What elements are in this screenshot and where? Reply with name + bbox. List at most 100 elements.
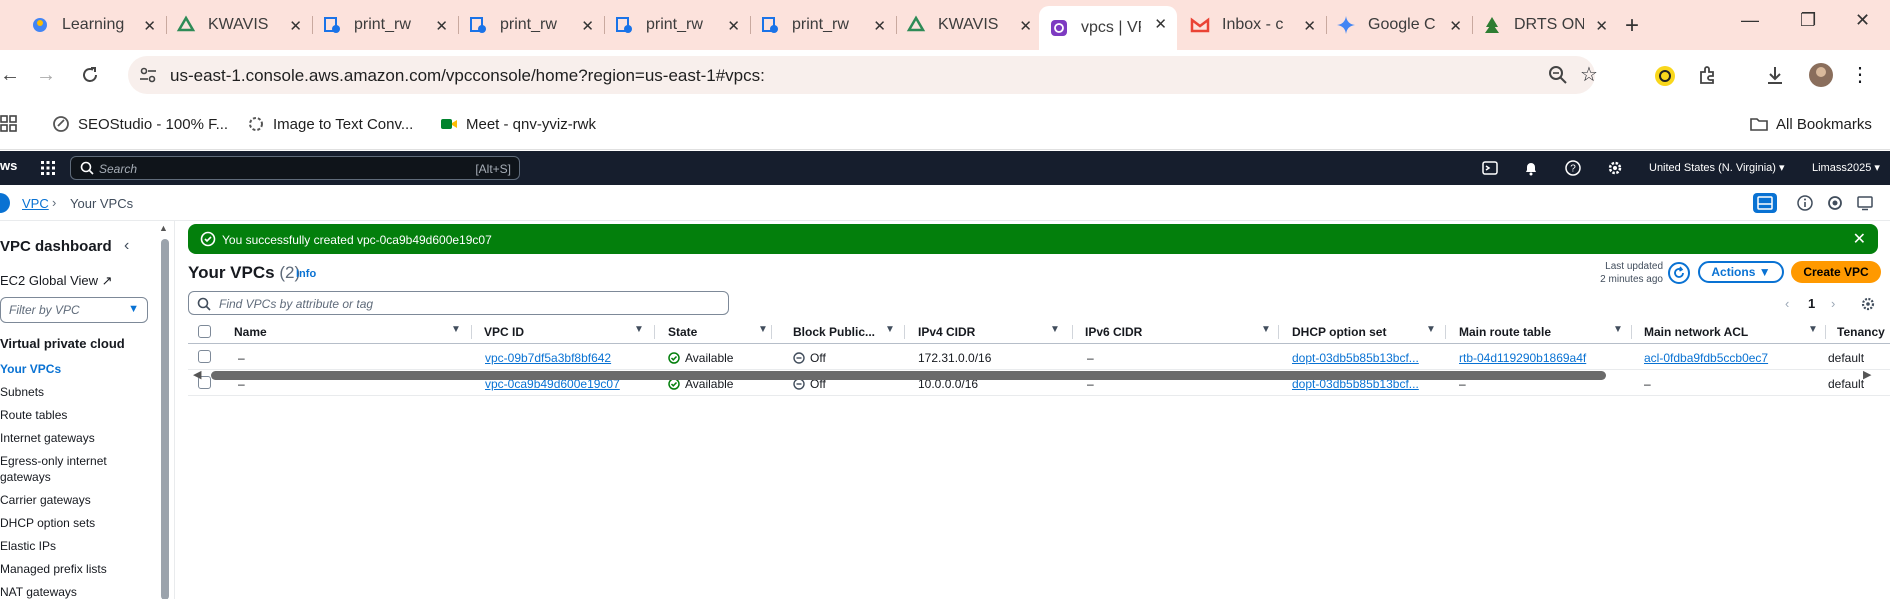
- close-icon[interactable]: ✕: [435, 17, 448, 35]
- all-bookmarks[interactable]: All Bookmarks: [1750, 115, 1872, 133]
- browser-tab[interactable]: KWAVIS ✕: [166, 8, 313, 42]
- back-icon[interactable]: ←: [0, 64, 20, 87]
- sidebar-item-dhcp-option-sets[interactable]: DHCP option sets: [0, 515, 150, 531]
- extension-badge-icon[interactable]: [1653, 64, 1677, 88]
- column-header-tenancy[interactable]: Tenancy: [1837, 325, 1885, 339]
- table-row[interactable]: – vpc-09b7df5a3bf8bf642 Available Off 17…: [188, 344, 1890, 370]
- cell-dhcp-link[interactable]: dopt-03db5b85b13bcf...: [1292, 351, 1419, 365]
- scrollbar-thumb[interactable]: [211, 371, 1606, 380]
- bookmark-meet[interactable]: Meet - qnv-yviz-rwk: [440, 115, 596, 133]
- pagination-next-icon[interactable]: ›: [1831, 296, 1835, 311]
- close-icon[interactable]: ✕: [873, 17, 886, 35]
- scrollbar-thumb[interactable]: [161, 239, 169, 599]
- services-grid-icon[interactable]: [40, 160, 56, 176]
- aws-logo[interactable]: ws: [0, 158, 17, 173]
- close-icon[interactable]: ✕: [581, 17, 594, 35]
- sort-icon[interactable]: ▼: [1426, 324, 1436, 335]
- sidebar-item-nat-gateways[interactable]: NAT gateways: [0, 584, 150, 599]
- sidebar-item-carrier-gateways[interactable]: Carrier gateways: [0, 492, 150, 508]
- refresh-button[interactable]: [1668, 262, 1690, 284]
- aws-search-input[interactable]: Search [Alt+S]: [70, 156, 520, 180]
- sidebar-item-managed-prefix-lists[interactable]: Managed prefix lists: [0, 561, 150, 577]
- cloudshell-icon[interactable]: [1482, 160, 1498, 176]
- sidebar-item-route-tables[interactable]: Route tables: [0, 407, 150, 423]
- sort-icon[interactable]: ▼: [1050, 324, 1060, 335]
- sidebar-item-ec2-global-view[interactable]: EC2 Global View ↗: [0, 273, 113, 289]
- column-header-block-public[interactable]: Block Public... ▼: [793, 324, 895, 339]
- actions-button[interactable]: Actions ▼: [1698, 261, 1784, 283]
- info-link[interactable]: Info: [296, 268, 316, 280]
- scroll-left-icon[interactable]: ◀: [193, 368, 201, 381]
- split-panel-icon[interactable]: [1753, 193, 1777, 213]
- info-panel-icon[interactable]: [1797, 195, 1813, 211]
- column-header-dhcp-option-set[interactable]: DHCP option set ▼: [1292, 324, 1436, 339]
- sort-icon[interactable]: ▼: [634, 324, 644, 335]
- console-icon[interactable]: [1857, 195, 1873, 211]
- restore-icon[interactable]: ❐: [1800, 10, 1816, 31]
- vpc-filter-select[interactable]: Filter by VPC ▼: [0, 297, 148, 323]
- column-header-state[interactable]: State ▼: [668, 324, 768, 339]
- close-icon[interactable]: ✕: [1154, 15, 1167, 33]
- select-all-checkbox[interactable]: [198, 325, 211, 338]
- column-header-main-network-acl[interactable]: Main network ACL ▼: [1644, 324, 1818, 339]
- close-icon[interactable]: ✕: [1303, 17, 1316, 35]
- browser-tab[interactable]: print_rw ✕: [312, 8, 459, 42]
- sort-icon[interactable]: ▼: [1808, 324, 1818, 335]
- sidebar-title[interactable]: VPC dashboard: [0, 238, 112, 255]
- column-header-main-route-table[interactable]: Main route table ▼: [1459, 324, 1623, 339]
- browser-tab[interactable]: Inbox - c ✕: [1180, 8, 1327, 42]
- sort-icon[interactable]: ▼: [885, 324, 895, 335]
- cell-route-table-link[interactable]: rtb-04d119290b1869a4f: [1459, 351, 1586, 365]
- sidebar-item-egress-only-internet-gateways[interactable]: Egress-only internet gateways: [0, 453, 150, 485]
- close-icon[interactable]: ✕: [727, 17, 740, 35]
- sidebar-item-your-vpcs[interactable]: Your VPCs: [0, 361, 150, 377]
- find-vpcs-input[interactable]: Find VPCs by attribute or tag: [188, 291, 729, 315]
- reload-icon[interactable]: [80, 65, 100, 85]
- account-menu[interactable]: Limass2025 ▾: [1812, 161, 1880, 174]
- download-icon[interactable]: [1764, 64, 1786, 86]
- table-settings-icon[interactable]: [1861, 297, 1875, 311]
- bell-icon[interactable]: [1523, 160, 1539, 176]
- column-header-ipv6-cidr[interactable]: IPv6 CIDR ▼: [1085, 324, 1271, 339]
- new-tab-button[interactable]: +: [1625, 12, 1639, 40]
- apps-grid-icon[interactable]: [0, 115, 18, 133]
- browser-tab[interactable]: print_rw ✕: [750, 8, 897, 42]
- navigation-menu-icon[interactable]: [0, 193, 10, 213]
- browser-tab[interactable]: Google C ✕: [1326, 8, 1473, 42]
- column-header-name[interactable]: Name ▼: [234, 324, 461, 339]
- pagination-page[interactable]: 1: [1808, 296, 1815, 311]
- sidebar-item-internet-gateways[interactable]: Internet gateways: [0, 430, 150, 446]
- bookmark-image-to-text[interactable]: Image to Text Conv...: [247, 115, 413, 133]
- browser-tab[interactable]: Learning ✕: [20, 8, 167, 42]
- scroll-up-icon[interactable]: ▲: [159, 223, 168, 233]
- close-icon[interactable]: ✕: [289, 17, 302, 35]
- address-bar[interactable]: us-east-1.console.aws.amazon.com/vpccons…: [128, 56, 1598, 94]
- row-checkbox[interactable]: [198, 350, 211, 363]
- site-info-icon[interactable]: [136, 63, 160, 87]
- menu-icon[interactable]: ⋮: [1850, 62, 1870, 87]
- sort-icon[interactable]: ▼: [1261, 324, 1271, 335]
- close-icon[interactable]: ✕: [1019, 17, 1032, 35]
- breadcrumb-vpc-link[interactable]: VPC: [22, 196, 49, 211]
- pagination-previous-icon[interactable]: ‹: [1785, 296, 1789, 311]
- chevron-left-icon[interactable]: ‹: [124, 237, 129, 255]
- sidebar-item-subnets[interactable]: Subnets: [0, 384, 150, 400]
- zoom-icon[interactable]: [1548, 65, 1568, 85]
- browser-tab[interactable]: DRTS ON ✕: [1472, 8, 1618, 42]
- cell-network-acl-link[interactable]: acl-0fdba9fdb5ccb0ec7: [1644, 351, 1768, 365]
- help-icon[interactable]: ?: [1565, 160, 1581, 176]
- sort-icon[interactable]: ▼: [758, 324, 768, 335]
- scroll-right-icon[interactable]: ▶: [1863, 368, 1871, 381]
- create-vpc-button[interactable]: Create VPC: [1791, 261, 1881, 283]
- column-header-ipv4-cidr[interactable]: IPv4 CIDR ▼: [918, 324, 1060, 339]
- bookmark-seostudio[interactable]: SEOStudio - 100% F...: [52, 115, 228, 133]
- window-close-icon[interactable]: ✕: [1855, 10, 1870, 31]
- sort-icon[interactable]: ▼: [1613, 324, 1623, 335]
- sort-icon[interactable]: ▼: [451, 324, 461, 335]
- browser-tab[interactable]: KWAVIS ✕: [896, 8, 1042, 42]
- cell-vpc-id-link[interactable]: vpc-09b7df5a3bf8bf642: [485, 351, 611, 365]
- bookmark-star-icon[interactable]: ☆: [1580, 62, 1598, 87]
- region-selector[interactable]: United States (N. Virginia) ▾: [1649, 161, 1785, 174]
- minimize-icon[interactable]: —: [1741, 10, 1759, 31]
- browser-tab-active[interactable]: vpcs | VP ✕: [1039, 6, 1177, 50]
